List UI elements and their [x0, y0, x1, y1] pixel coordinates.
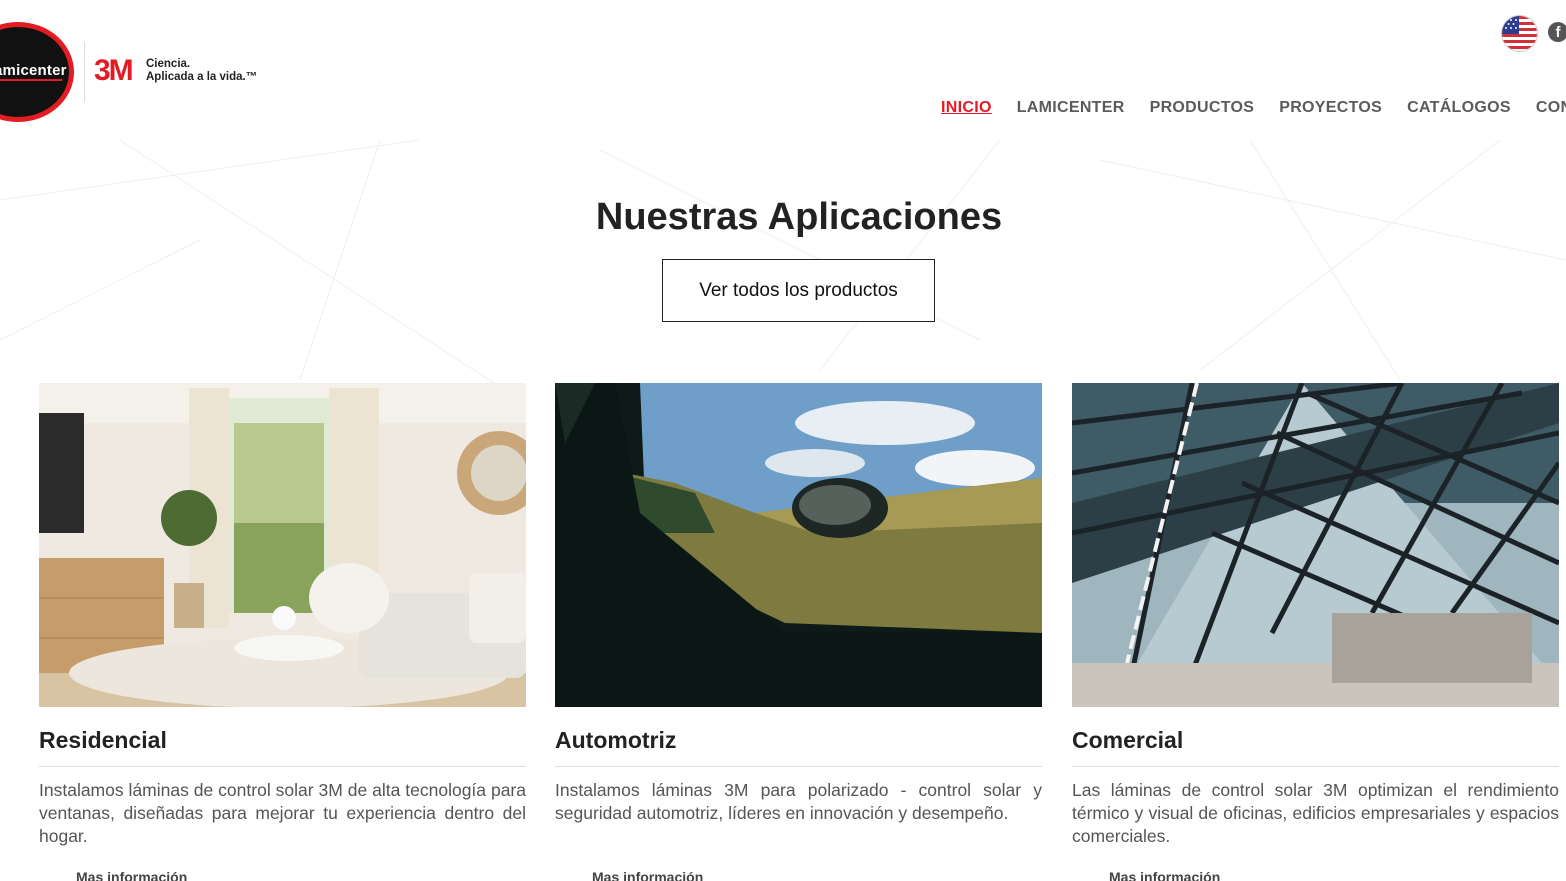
nav-item-catalogos[interactable]: CATÁLOGOS [1407, 99, 1511, 117]
logo-divider [84, 42, 85, 102]
tagline-line-1: Ciencia. [146, 58, 191, 70]
card-title: Comercial [1072, 727, 1559, 767]
3m-tagline: Ciencia. Aplicada a la vida.™ [146, 58, 257, 84]
nav-item-inicio[interactable]: INICIO [941, 99, 992, 117]
main-nav: INICIO LAMICENTER PRODUCTOS PROYECTOS CA… [941, 99, 1566, 117]
nav-item-productos[interactable]: PRODUCTOS [1150, 99, 1255, 117]
card-title: Residencial [39, 727, 526, 767]
view-all-products-button[interactable]: Ver todos los productos [662, 259, 935, 322]
card-title: Automotriz [555, 727, 1042, 767]
logo-text[interactable]: amicenter [0, 62, 67, 79]
card-description: Instalamos láminas 3M para polarizado - … [555, 780, 1042, 823]
card-automotriz: Automotriz Instalamos láminas 3M para po… [555, 383, 1042, 881]
car-window-photo[interactable] [555, 383, 1042, 707]
card-description: Instalamos láminas de control solar 3M d… [39, 780, 526, 846]
facebook-icon[interactable]: f [1548, 22, 1566, 42]
living-room-photo[interactable] [39, 383, 526, 707]
section-title: Nuestras Aplicaciones [595, 196, 1003, 238]
card-comercial: Comercial Las láminas de control solar 3… [1072, 383, 1559, 881]
tagline-line-2: Aplicada a la vida.™ [146, 71, 258, 83]
nav-item-contacto[interactable]: CONTÁCTO [1536, 99, 1566, 117]
card-description: Las láminas de control solar 3M optimiza… [1072, 780, 1559, 846]
card-residencial: Residencial Instalamos láminas de contro… [39, 383, 526, 881]
3m-logo: 3M [94, 54, 134, 87]
nav-item-proyectos[interactable]: PROYECTOS [1279, 99, 1382, 117]
more-info-link[interactable]: Mas información [76, 869, 187, 881]
glass-roof-photo[interactable] [1072, 383, 1559, 707]
more-info-link[interactable]: Mas información [592, 869, 703, 881]
more-info-link[interactable]: Mas información [1109, 869, 1220, 881]
logo-underline [0, 79, 62, 81]
us-flag-icon[interactable] [1501, 15, 1538, 52]
site-header: amicenter 3M Ciencia. Aplicada a la vida… [0, 0, 1566, 140]
nav-item-lamicenter[interactable]: LAMICENTER [1017, 99, 1125, 117]
